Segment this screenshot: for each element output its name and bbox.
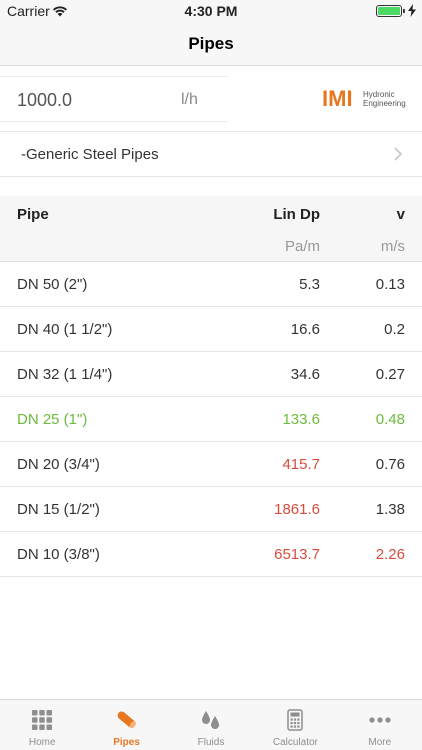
droplets-icon [201,711,219,729]
status-time: 4:30 PM [184,3,238,19]
row-pipe: DN 25 (1") [17,411,88,428]
row-velocity: 0.76 [375,456,405,473]
chevron-right-icon [394,147,402,161]
table-row[interactable]: DN 10 (3/8") 6513.7 2.26 [0,532,422,577]
tab-fluids[interactable]: Fluids [169,700,253,750]
table-row[interactable]: DN 40 (1 1/2") 16.6 0.2 [0,307,422,352]
unit-velocity: m/s [380,238,405,255]
flow-input[interactable]: 1000.0 l/h [0,76,228,122]
tab-label: More [368,737,392,748]
logo-line-1: Hydronic [363,90,395,99]
tab-label: Home [28,737,56,748]
tab-pipes[interactable]: Pipes [84,700,168,750]
table-header: Pipe Lin Dp v Pa/m m/s [0,196,422,262]
logo-text: Hydronic Engineering [363,90,406,108]
row-pipe: DN 50 (2") [17,276,88,293]
flow-value[interactable]: 1000.0 [17,90,72,111]
more-icon [369,717,391,723]
table-row[interactable]: DN 15 (1/2") 1861.6 1.38 [0,487,422,532]
row-lin-dp: 1861.6 [274,501,320,518]
table-row[interactable]: DN 32 (1 1/4") 34.6 0.27 [0,352,422,397]
table-row[interactable]: DN 50 (2") 5.3 0.13 [0,262,422,307]
status-bar: Carrier 4:30 PM [0,0,422,22]
row-lin-dp: 415.7 [282,456,320,473]
flow-unit: l/h [181,91,198,108]
row-lin-dp: 6513.7 [274,546,320,563]
table-row-selected[interactable]: DN 25 (1") 133.6 0.48 [0,397,422,442]
row-lin-dp: 34.6 [290,366,320,383]
tab-label: Calculator [272,737,318,748]
row-velocity: 0.13 [375,276,405,293]
header-lin-dp[interactable]: Lin Dp [273,206,320,223]
tab-more[interactable]: More [338,700,422,750]
charging-bolt-icon [408,4,416,17]
grid-icon [32,710,53,730]
row-velocity: 0.48 [375,411,405,428]
pipe-icon [117,711,136,729]
table-row[interactable]: DN 20 (3/4") 415.7 0.76 [0,442,422,487]
row-pipe: DN 20 (3/4") [17,456,100,473]
tab-label: Pipes [113,737,140,748]
pipe-series-selector[interactable]: -Generic Steel Pipes [0,132,422,177]
row-velocity: 2.26 [375,546,405,563]
header-pipe[interactable]: Pipe [17,206,49,223]
row-lin-dp: 133.6 [282,411,320,428]
imi-logo: IMI Hydronic Engineering [322,88,408,112]
row-pipe: DN 40 (1 1/2") [17,321,113,338]
tab-calculator[interactable]: Calculator [253,700,337,750]
battery-icon [376,5,405,17]
calculator-icon [287,709,304,731]
pipe-series-label: -Generic Steel Pipes [21,146,159,163]
logo-line-2: Engineering [363,99,406,108]
row-pipe: DN 10 (3/8") [17,546,100,563]
row-velocity: 0.27 [375,366,405,383]
page-title: Pipes [188,34,234,53]
logo-mark: IMI [322,86,353,111]
row-pipe: DN 15 (1/2") [17,501,100,518]
tab-bar: Home Pipes Fluids Calculator More [0,699,422,750]
tab-label: Fluids [197,737,225,748]
row-velocity: 0.2 [384,321,405,338]
row-lin-dp: 16.6 [290,321,320,338]
row-pipe: DN 32 (1 1/4") [17,366,113,383]
row-velocity: 1.38 [375,501,405,518]
section-gap [0,177,422,196]
navigation-bar: Pipes [0,22,422,66]
pipe-table: DN 50 (2") 5.3 0.13 DN 40 (1 1/2") 16.6 … [0,262,422,577]
row-lin-dp: 5.3 [299,276,320,293]
tab-home[interactable]: Home [0,700,84,750]
unit-lin-dp: Pa/m [284,238,320,255]
header-velocity[interactable]: v [397,206,405,223]
